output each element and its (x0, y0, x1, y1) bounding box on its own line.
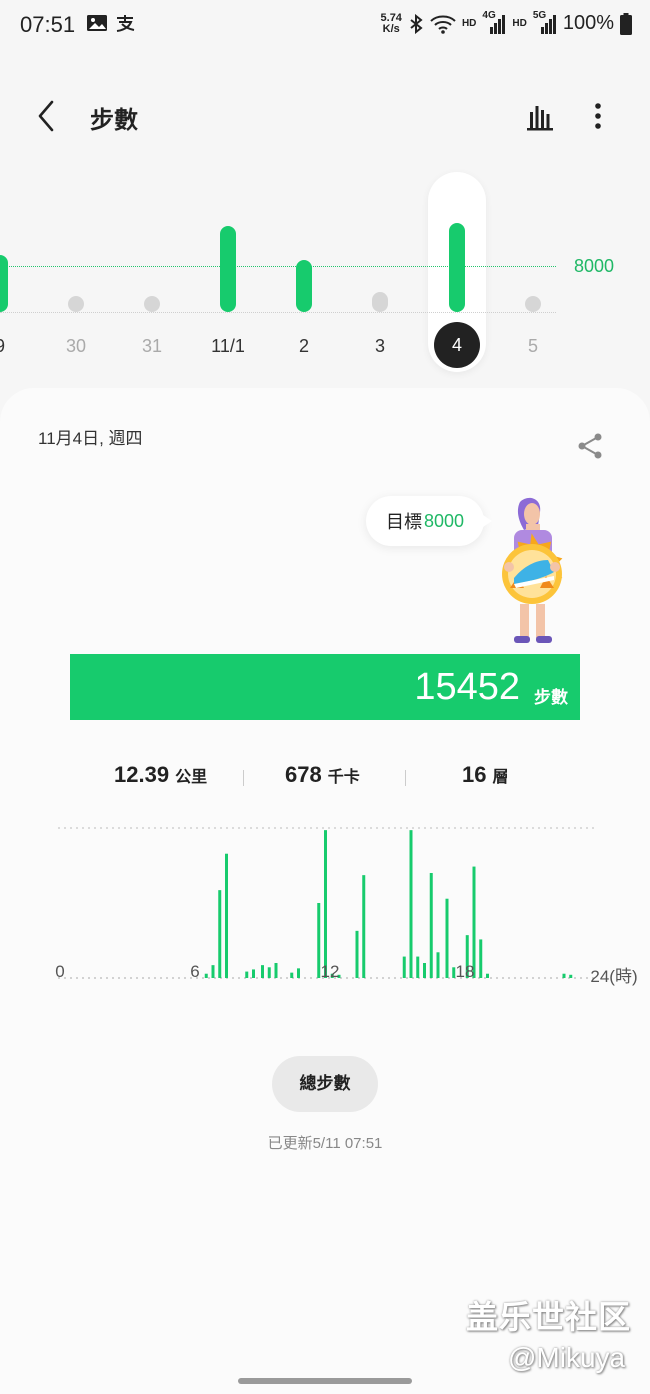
calories-stat: 678 千卡 (285, 762, 360, 788)
hour-bar (436, 952, 440, 978)
bar-chart-icon[interactable] (524, 100, 556, 132)
hour-bar (297, 968, 300, 978)
distance-unit: 公里 (175, 769, 208, 786)
share-icon[interactable] (574, 430, 606, 462)
day-bar-6[interactable] (372, 291, 388, 312)
hour-bar (245, 971, 249, 978)
hour-bar (445, 898, 449, 978)
hour-bar (290, 972, 294, 978)
stat-divider (243, 770, 244, 786)
steps-total-bar: 15452 步數 (70, 654, 580, 720)
signal-icon: 4G (482, 10, 506, 35)
day-label[interactable]: 30 (46, 336, 106, 357)
hour-bar (211, 965, 215, 978)
day-bar-3[interactable] (144, 296, 160, 312)
day-bar-7[interactable] (449, 223, 465, 312)
status-time: 07:51 (20, 12, 76, 37)
hour-bar (429, 873, 433, 978)
calories-unit: 千卡 (327, 769, 360, 786)
watermark-user: @Mikuya (508, 1342, 626, 1373)
hour-axis-label: 12 (320, 962, 340, 981)
battery-percent: 100% (562, 12, 614, 34)
calories-value: 678 (285, 762, 322, 787)
steps-unit: 步數 (534, 688, 568, 707)
status-right-group: 5.74 K/s HD 4G HD 5G 100% (380, 10, 632, 35)
day-label[interactable]: 3 (350, 336, 410, 357)
hd-badge-2: HD (512, 18, 527, 29)
distance-value: 12.39 (114, 762, 170, 787)
hd-badge-1: HD (461, 18, 477, 29)
goal-value: 8000 (424, 510, 465, 531)
hour-bar (362, 875, 366, 978)
hour-bar (355, 930, 359, 978)
goal-line-label: 8000 (574, 256, 615, 276)
day-label[interactable]: 2 (274, 336, 334, 357)
home-indicator[interactable] (238, 1378, 412, 1384)
hour-axis-label: 6 (190, 962, 200, 981)
floors-unit: 層 (492, 769, 509, 786)
hour-bar (402, 956, 406, 978)
day-bar-5[interactable] (296, 260, 312, 312)
stat-divider (405, 770, 406, 786)
net-speed-value: 5.74 (380, 11, 402, 24)
day-bar-1[interactable] (0, 254, 8, 312)
day-label[interactable]: 31 (122, 336, 182, 357)
day-label[interactable]: 5 (503, 336, 563, 357)
battery-icon (620, 12, 632, 35)
steps-count: 15452 (414, 666, 520, 708)
day-label[interactable]: 9 (0, 336, 30, 357)
goal-bubble: 目標 8000 (366, 496, 493, 546)
daily-steps-chart[interactable]: 8000 9 30 31 11/1 23 4 5 (0, 170, 650, 380)
hour-bar (267, 967, 271, 978)
hour-bar (423, 963, 426, 978)
status-bar: 07:51 5.74 K/s HD 4G HD 5G 100% (0, 0, 650, 50)
hour-bar (486, 973, 489, 978)
floors-stat: 16 層 (462, 762, 509, 788)
hour-bar (261, 965, 264, 978)
day-bar-2[interactable] (68, 296, 84, 312)
floors-value: 16 (462, 762, 487, 787)
goal-line (0, 266, 556, 267)
signal-icon-2: 5G (533, 10, 557, 35)
stats-row: 12.39 公里 678 千卡 16 層 (0, 762, 650, 794)
hour-bar (204, 973, 208, 978)
hour-bar (409, 830, 413, 978)
day-bar-4[interactable] (220, 225, 236, 312)
net-speed-unit: K/s (382, 22, 400, 35)
day-label[interactable]: 11/1 (198, 336, 258, 357)
hour-bar (416, 956, 420, 978)
more-vert-icon[interactable] (586, 98, 610, 134)
watermark-community: 盖乐世社区 (466, 1299, 632, 1335)
day-bar-8[interactable] (525, 296, 541, 312)
page-title: 步數 (90, 107, 138, 134)
hour-axis-label: 0 (55, 962, 65, 981)
hourly-steps-chart[interactable]: 0 6 12 18 24(時) (50, 822, 638, 1022)
hour-bar (562, 973, 566, 978)
hour-bar (252, 969, 255, 978)
hour-axis-label: 24(時) (590, 967, 638, 986)
hour-bar (479, 939, 483, 978)
bluetooth-icon (410, 13, 423, 34)
selected-date: 11月4日, 週四 (38, 429, 143, 448)
wifi-icon (430, 15, 456, 34)
hour-bar (274, 963, 278, 978)
baseline (0, 312, 556, 313)
goal-achieved-mascot (502, 497, 563, 643)
hour-axis-label: 18 (455, 962, 475, 981)
hour-bar (324, 830, 327, 978)
image-icon (87, 15, 107, 31)
back-arrow-icon[interactable] (30, 98, 66, 134)
goal-text: 目標 (386, 512, 422, 532)
hour-bar (218, 890, 222, 978)
total-steps-button[interactable]: 總步數 (272, 1056, 378, 1112)
alipay-icon (116, 15, 135, 32)
updated-timestamp: 已更新5/11 07:51 (267, 1135, 383, 1152)
distance-stat: 12.39 公里 (114, 762, 207, 788)
day-label-selected[interactable]: 4 (434, 322, 480, 368)
hour-bar (569, 974, 573, 978)
app-header: 步數 (0, 80, 650, 152)
hour-bar (225, 853, 228, 978)
day-detail-card: 11月4日, 週四 目標 8000 15452 步數 12.39 公里 678 … (0, 388, 650, 1394)
net-speed: 5.74 K/s (380, 11, 402, 35)
